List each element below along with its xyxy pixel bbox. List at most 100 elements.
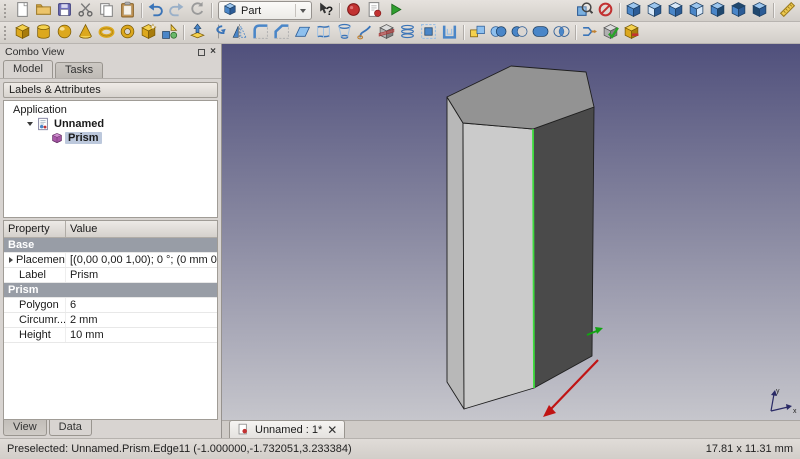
top-view-button[interactable] [665,0,686,21]
panel-float-icon[interactable] [198,49,205,56]
tab-model[interactable]: Model [3,60,53,78]
cylinder-button[interactable] [33,22,54,43]
property-row-placement[interactable]: Placement[(0,00 0,00 1,00); 0 °; (0 mm 0… [4,253,217,268]
mirror-button[interactable] [229,22,250,43]
redo-button[interactable] [166,0,187,21]
cross-sections-button[interactable] [397,22,418,43]
join-connect-button[interactable] [579,22,600,43]
cone-button[interactable] [75,22,96,43]
draw-style-button[interactable] [595,0,616,21]
cone-icon [77,23,94,43]
tab-tasks[interactable]: Tasks [55,62,103,78]
extrude-button[interactable] [187,22,208,43]
open-file-button[interactable] [33,0,54,21]
boolean-common-button[interactable] [551,22,572,43]
expander-closed-icon[interactable] [9,257,13,263]
workbench-selector-label: Part [241,5,261,17]
property-name: Height [19,328,51,342]
boolean-union-button[interactable] [530,22,551,43]
chamfer-button[interactable] [271,22,292,43]
prism-model[interactable] [447,66,594,409]
combo-divider [295,4,296,17]
property-value[interactable]: 2 mm [66,313,217,327]
right-view-button[interactable] [686,0,707,21]
section-button[interactable] [376,22,397,43]
toolbar-drag-handle[interactable] [4,26,8,40]
boolean-cut-button[interactable] [509,22,530,43]
close-tab-icon[interactable]: ✕ [327,424,337,436]
macro-execute-button[interactable] [385,0,406,21]
check-geometry-button[interactable] [600,22,621,43]
cut-button[interactable] [75,0,96,21]
tab-data[interactable]: Data [49,420,92,436]
preselected-edge-highlight[interactable] [533,129,534,388]
property-name-cell: Height [4,328,66,342]
tree-item-label: Application [10,104,70,116]
box-button[interactable] [12,22,33,43]
property-group-base[interactable]: Base [4,238,217,253]
fit-all-button[interactable] [574,0,595,21]
defeaturing-button[interactable] [621,22,642,43]
new-file-button[interactable] [12,0,33,21]
property-name: Circumr... [19,313,66,327]
offset-3d-button[interactable] [418,22,439,43]
sweep-button[interactable] [355,22,376,43]
left-view-button[interactable] [749,0,770,21]
macro-record-button[interactable] [343,0,364,21]
sphere-button[interactable] [54,22,75,43]
loft-button[interactable] [334,22,355,43]
revolve-button[interactable] [208,22,229,43]
cube-rear-icon [709,1,726,21]
front-view-button[interactable] [644,0,665,21]
fillet-button[interactable] [250,22,271,43]
panel-close-icon[interactable]: × [210,47,216,57]
property-value[interactable]: Prism [66,268,217,282]
document-tab[interactable]: Unnamed : 1* ✕ [229,420,345,438]
property-row-label[interactable]: Label Prism [4,268,217,283]
property-value[interactable]: 6 [66,298,217,312]
macros-dialog-button[interactable] [364,0,385,21]
property-name: Label [19,268,46,282]
torus-icon [98,23,115,43]
ruled-surface-button[interactable] [313,22,334,43]
torus-button[interactable] [96,22,117,43]
thickness-button[interactable] [439,22,460,43]
save-button[interactable] [54,0,75,21]
property-group-prism[interactable]: Prism [4,283,217,298]
tree-item-unnamed[interactable]: Unnamed [4,117,217,131]
toolbar-separator [211,3,212,18]
thickness-icon [441,23,458,43]
axonometric-view-button[interactable] [623,0,644,21]
tree-item-prism[interactable]: Prism [4,131,217,145]
whats-this-button[interactable]: ? [315,0,336,21]
tab-view[interactable]: View [3,420,47,436]
tree-item-application[interactable]: Application [4,103,217,117]
boolean-button[interactable] [488,22,509,43]
paste-button[interactable] [117,0,138,21]
undo-button[interactable] [145,0,166,21]
svg-text:x: x [793,408,797,415]
property-row-height[interactable]: Height 10 mm [4,328,217,343]
shape-builder-button[interactable] [159,22,180,43]
viewport-3d[interactable]: x y Unnamed : 1* ✕ [222,44,800,438]
column-header-property: Property [4,221,66,237]
expander-open-icon[interactable] [24,122,35,126]
create-primitives-button[interactable] [138,22,159,43]
property-value[interactable]: 10 mm [66,328,217,342]
bottom-view-button[interactable] [728,0,749,21]
copy-button[interactable] [96,0,117,21]
property-value[interactable]: [(0,00 0,00 1,00); 0 °; (0 mm 0 m... [66,253,217,267]
toolbar-drag-handle[interactable] [4,4,8,18]
freecad-window: Part? Combo View × ModelTasks Labels & A… [0,0,800,459]
compound-button[interactable] [467,22,488,43]
refresh-button[interactable] [187,0,208,21]
property-row-circumr[interactable]: Circumr...2 mm [4,313,217,328]
tube-button[interactable] [117,22,138,43]
chevron-down-icon[interactable] [300,9,306,13]
rear-view-button[interactable] [707,0,728,21]
extrude-icon [189,23,206,43]
measure-distance-button[interactable] [777,0,798,21]
make-face-button[interactable] [292,22,313,43]
workbench-selector[interactable]: Part [218,1,312,20]
property-row-polygon[interactable]: Polygon6 [4,298,217,313]
